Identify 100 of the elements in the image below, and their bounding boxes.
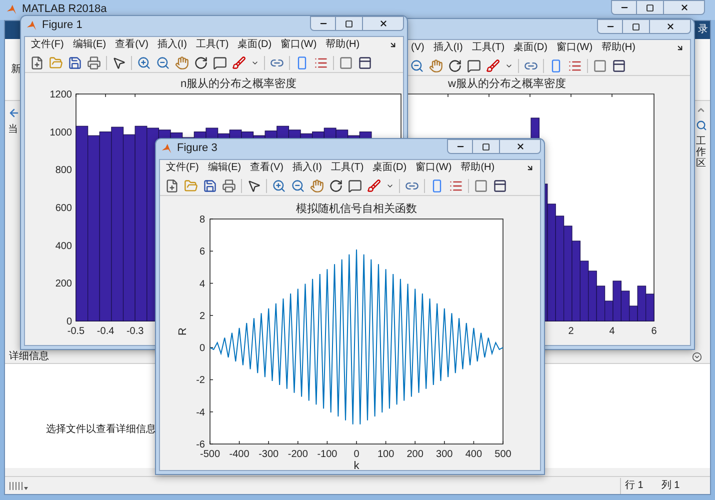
- pointer-icon[interactable]: [112, 56, 126, 70]
- menu-item[interactable]: 工具(T): [472, 43, 505, 53]
- close-button[interactable]: [362, 16, 404, 31]
- panel-menu-icon[interactable]: [692, 352, 702, 362]
- menu-item[interactable]: 插入(I): [292, 163, 322, 173]
- chart-title: 模拟随机信号自相关函数: [296, 203, 417, 215]
- square-icon[interactable]: [593, 58, 607, 72]
- x-tick-label: -300: [258, 449, 279, 460]
- rotate-icon[interactable]: [448, 58, 462, 72]
- x-tick-label: -500: [200, 449, 220, 460]
- menu-item[interactable]: (V): [411, 43, 424, 53]
- menu-item[interactable]: 桌面(D): [238, 40, 272, 50]
- menu-item[interactable]: 查看(V): [115, 40, 148, 50]
- x-tick-label: 2: [568, 326, 574, 337]
- grip-icon[interactable]: [9, 480, 29, 490]
- maximize-button[interactable]: [473, 139, 499, 154]
- maximize-icon: [345, 20, 353, 28]
- printer-icon[interactable]: [222, 178, 236, 192]
- new-file-icon[interactable]: [165, 178, 179, 192]
- y-tick-label: 0: [66, 316, 72, 328]
- y-tick-label: 4: [199, 278, 205, 290]
- colorbar-icon[interactable]: [295, 56, 309, 70]
- menu-item[interactable]: 桌面(D): [372, 163, 407, 173]
- toolstrip-button[interactable]: 新: [11, 64, 21, 74]
- y-tick-label: 2: [199, 310, 205, 322]
- rotate-icon[interactable]: [329, 178, 343, 192]
- maximize-icon: [632, 22, 640, 30]
- x-tick-label: 6: [651, 326, 657, 337]
- save-icon[interactable]: [68, 56, 82, 70]
- close-button[interactable]: [499, 139, 541, 154]
- back-arrow-icon[interactable]: [8, 107, 20, 119]
- hand-icon[interactable]: [429, 58, 443, 72]
- brush-icon[interactable]: [486, 58, 500, 72]
- save-icon[interactable]: [203, 178, 217, 192]
- menu-item[interactable]: 窗口(W): [280, 40, 317, 50]
- x-tick-label: -0.3: [126, 326, 144, 337]
- y-tick-label: 1200: [50, 90, 72, 100]
- y-tick-label: -2: [196, 375, 205, 386]
- zoom-out-icon[interactable]: [410, 58, 424, 72]
- y-tick-label: 800: [55, 165, 72, 176]
- legend-icon[interactable]: [449, 178, 463, 192]
- data-tip-icon[interactable]: [348, 178, 362, 192]
- dock-arrow-icon[interactable]: [676, 44, 684, 52]
- menu-item[interactable]: 桌面(D): [514, 43, 548, 53]
- y-tick-label: 200: [55, 278, 72, 290]
- hand-icon[interactable]: [175, 56, 189, 70]
- maximize-icon: [646, 4, 654, 12]
- menu-item[interactable]: 窗口(W): [556, 43, 593, 53]
- menu-item[interactable]: 编辑(E): [72, 40, 106, 50]
- y-tick-label: 8: [199, 214, 205, 226]
- zoom-in-icon[interactable]: [137, 56, 151, 70]
- printer-icon[interactable]: [87, 56, 101, 70]
- zoom-in-icon[interactable]: [272, 178, 286, 192]
- pointer-icon[interactable]: [247, 178, 261, 192]
- brush-icon[interactable]: [367, 178, 381, 192]
- legend-icon[interactable]: [314, 56, 328, 70]
- data-tip-icon[interactable]: [213, 56, 227, 70]
- colorbar-icon[interactable]: [549, 58, 563, 72]
- maximize-button[interactable]: [336, 16, 362, 31]
- legend-icon[interactable]: [568, 58, 582, 72]
- menu-item[interactable]: 文件(F): [166, 163, 199, 173]
- window-icon[interactable]: [358, 56, 372, 70]
- colorbar-icon[interactable]: [430, 178, 444, 192]
- workspace-tab[interactable]: 工作区: [696, 136, 706, 169]
- data-tip-icon[interactable]: [467, 58, 481, 72]
- menu-item[interactable]: 编辑(E): [208, 163, 242, 173]
- y-tick-label: 400: [55, 240, 72, 252]
- square-icon[interactable]: [339, 56, 353, 70]
- toolstrip-tab[interactable]: 录: [698, 25, 708, 35]
- window-icon[interactable]: [493, 178, 507, 192]
- dock-arrow-icon[interactable]: [526, 164, 534, 172]
- menu-item[interactable]: 工具(T): [196, 40, 229, 50]
- menu-item[interactable]: 文件(F): [31, 40, 64, 50]
- zoom-out-icon[interactable]: [156, 56, 170, 70]
- maximize-button[interactable]: [623, 19, 649, 34]
- window-icon[interactable]: [612, 58, 626, 72]
- new-file-icon[interactable]: [30, 56, 44, 70]
- window-title: Figure 3: [177, 143, 218, 154]
- menu-item[interactable]: 帮助(H): [326, 40, 360, 50]
- search-icon[interactable]: [696, 120, 706, 131]
- scroll-up-icon[interactable]: [696, 105, 706, 115]
- menu-item[interactable]: 插入(I): [157, 40, 187, 50]
- menu-item[interactable]: 帮助(H): [602, 43, 636, 53]
- close-button[interactable]: [649, 19, 691, 34]
- menu-item[interactable]: 窗口(W): [416, 163, 452, 173]
- menu-item[interactable]: 帮助(H): [460, 163, 495, 173]
- maximize-button[interactable]: [637, 0, 663, 15]
- dock-arrow-icon[interactable]: [389, 41, 397, 49]
- menu-item[interactable]: 查看(V): [250, 163, 284, 173]
- x-tick-label: 0: [354, 449, 360, 460]
- menu-item[interactable]: 插入(I): [433, 43, 463, 53]
- square-icon[interactable]: [474, 178, 488, 192]
- x-axis-label: k: [354, 460, 360, 470]
- x-tick-label: 500: [494, 449, 512, 460]
- zoom-out-icon[interactable]: [291, 178, 305, 192]
- rotate-icon[interactable]: [194, 56, 208, 70]
- brush-icon[interactable]: [232, 56, 246, 70]
- menu-item[interactable]: 工具(T): [330, 163, 364, 173]
- hand-icon[interactable]: [310, 178, 324, 192]
- close-button[interactable]: [663, 0, 705, 15]
